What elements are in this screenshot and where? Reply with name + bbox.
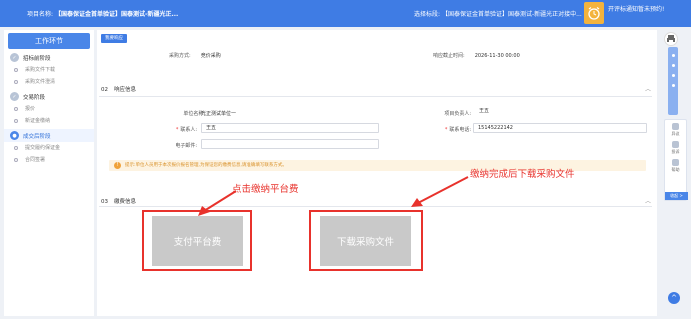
- section-label: 缴费信息: [114, 199, 137, 205]
- objection-button[interactable]: 异议: [665, 120, 686, 138]
- section-label: 选择标段:: [414, 11, 441, 18]
- help-icon: [672, 159, 679, 166]
- project-label: 项目名称:: [27, 11, 54, 18]
- side-scroller[interactable]: [668, 47, 678, 115]
- circle-icon: [14, 158, 18, 162]
- collapse-panel-button[interactable]: 收起 >: [665, 192, 688, 200]
- contact-field[interactable]: 王五: [201, 123, 379, 133]
- pay-platform-fee-button[interactable]: 支付平台费: [152, 216, 243, 266]
- deadline: 响应截止时间: 2026-11-30 00:00: [433, 52, 520, 59]
- info-icon: !: [114, 162, 121, 169]
- print-icon[interactable]: [664, 32, 678, 46]
- section-response-title: 02 响应信息: [101, 85, 136, 93]
- sidebar-item-contract[interactable]: 合同签署: [4, 154, 94, 166]
- sidebar: 工作环节 ✓ 招标前阶段 采购文件下载 采购文件澄清 ✓ 交易阶段 报价 新证金…: [4, 30, 94, 316]
- right-float-panel: 异议 投诉 帮助 收起 >: [664, 119, 688, 201]
- phone-field[interactable]: 15145222142: [473, 123, 647, 133]
- stage-icon: ✓: [10, 92, 19, 101]
- sidebar-item-clarify[interactable]: 采购文件澄清: [4, 76, 94, 88]
- stage-label: 招标前阶段: [23, 55, 51, 62]
- rail-label: 帮助: [671, 167, 680, 172]
- top-bar: 项目名称: 【国泰保证金首单验证】国泰测试-新疆光正... 选择标段: 【国泰保…: [0, 0, 691, 27]
- circle-icon: [14, 107, 18, 111]
- respond-tag: 我要响应: [101, 34, 127, 43]
- sub-label: 合同签署: [25, 157, 46, 163]
- unit-label: 单位名称:: [183, 111, 205, 117]
- phone-label: * 联系电话:: [444, 127, 471, 133]
- purchase-method-label: 采购方式:: [169, 53, 191, 59]
- sub-label: 提交履约保证金: [25, 145, 61, 151]
- unit-value: 光正测试单位一: [201, 111, 237, 117]
- help-button[interactable]: 帮助: [665, 156, 686, 174]
- contact-label: * 联系人:: [175, 127, 197, 133]
- stage-post-deal[interactable]: ● 成交后阶段: [4, 129, 94, 142]
- document-icon: [672, 123, 679, 130]
- deadline-label: 响应截止时间:: [433, 53, 465, 59]
- download-purchase-file-button[interactable]: 下载采购文件: [320, 216, 411, 266]
- circle-icon: [14, 146, 18, 150]
- phone-label-text: 联系电话:: [449, 127, 471, 133]
- email-label: 电子邮件:: [175, 143, 197, 149]
- manager-field[interactable]: 王五: [475, 107, 645, 117]
- sub-label: 新证金缴纳: [25, 118, 51, 124]
- alarm-clock-icon[interactable]: [584, 2, 604, 24]
- sidebar-title: 工作环节: [8, 33, 90, 49]
- purchase-method: 采购方式: 竞价采购: [169, 52, 221, 59]
- collapse-chevron-icon[interactable]: ︿: [645, 84, 651, 93]
- sub-label: 采购文件下载: [25, 67, 56, 73]
- warning-text: 提示:单位人员用于本次报价报名管理,为保证您的缴费信息,请准确填写联系方式。: [125, 163, 287, 168]
- deadline-value: 2026-11-30 00:00: [474, 53, 520, 59]
- section-name[interactable]: 【国泰保证金首单验证】国泰测试-新疆光正对接中...: [442, 11, 582, 18]
- sidebar-item-deposit[interactable]: 新证金缴纳: [4, 115, 94, 127]
- stage-pre-bid[interactable]: ✓ 招标前阶段: [4, 51, 94, 64]
- purchase-method-value: 竞价采购: [200, 53, 221, 59]
- complaint-button[interactable]: 投诉: [665, 138, 686, 156]
- warning-icon: [672, 141, 679, 148]
- section-payment-title: 03 缴费信息: [101, 197, 136, 205]
- collapse-chevron-icon[interactable]: ︿: [645, 196, 651, 205]
- stage-trade[interactable]: ✓ 交易阶段: [4, 90, 94, 103]
- sub-label: 采购文件澄清: [25, 79, 56, 85]
- sub-label: 报价: [25, 106, 36, 112]
- notice-text: 开评标通知暂未预约!: [608, 6, 665, 13]
- section-num: 02: [101, 87, 108, 93]
- stage-label: 成交后阶段: [23, 133, 51, 140]
- circle-icon: [14, 68, 18, 72]
- divider: [99, 96, 652, 97]
- rail-label: 异议: [671, 131, 680, 136]
- project-name: 【国泰保证金首单验证】国泰测试-新疆光正...: [54, 11, 179, 18]
- section-selector[interactable]: 选择标段: 【国泰保证金首单验证】国泰测试-新疆光正对接中...: [414, 9, 582, 18]
- manager-label: 项目负责人:: [444, 111, 471, 117]
- stage-icon: ●: [10, 131, 19, 140]
- divider: [99, 206, 652, 207]
- section-label: 响应信息: [114, 87, 137, 93]
- rail-label: 投诉: [671, 149, 680, 154]
- circle-icon: [14, 80, 18, 84]
- contact-label-text: 联系人:: [180, 127, 197, 133]
- back-to-top-icon[interactable]: ^: [668, 292, 680, 304]
- sidebar-item-download[interactable]: 采购文件下载: [4, 64, 94, 76]
- download-hint-annotation: 缴纳完成后下载采购文件: [470, 169, 575, 180]
- pay-hint-annotation: 点击缴纳平台费: [232, 184, 299, 195]
- sidebar-item-performance-bond[interactable]: 提交履约保证金: [4, 142, 94, 154]
- stage-icon: ✓: [10, 53, 19, 62]
- project-info: 项目名称: 【国泰保证金首单验证】国泰测试-新疆光正...: [27, 9, 178, 18]
- circle-icon: [14, 119, 18, 123]
- stage-label: 交易阶段: [23, 94, 46, 101]
- section-num: 03: [101, 199, 108, 205]
- email-field[interactable]: [201, 139, 379, 149]
- arrow-icon: [411, 176, 469, 207]
- sidebar-item-quote[interactable]: 报价: [4, 103, 94, 115]
